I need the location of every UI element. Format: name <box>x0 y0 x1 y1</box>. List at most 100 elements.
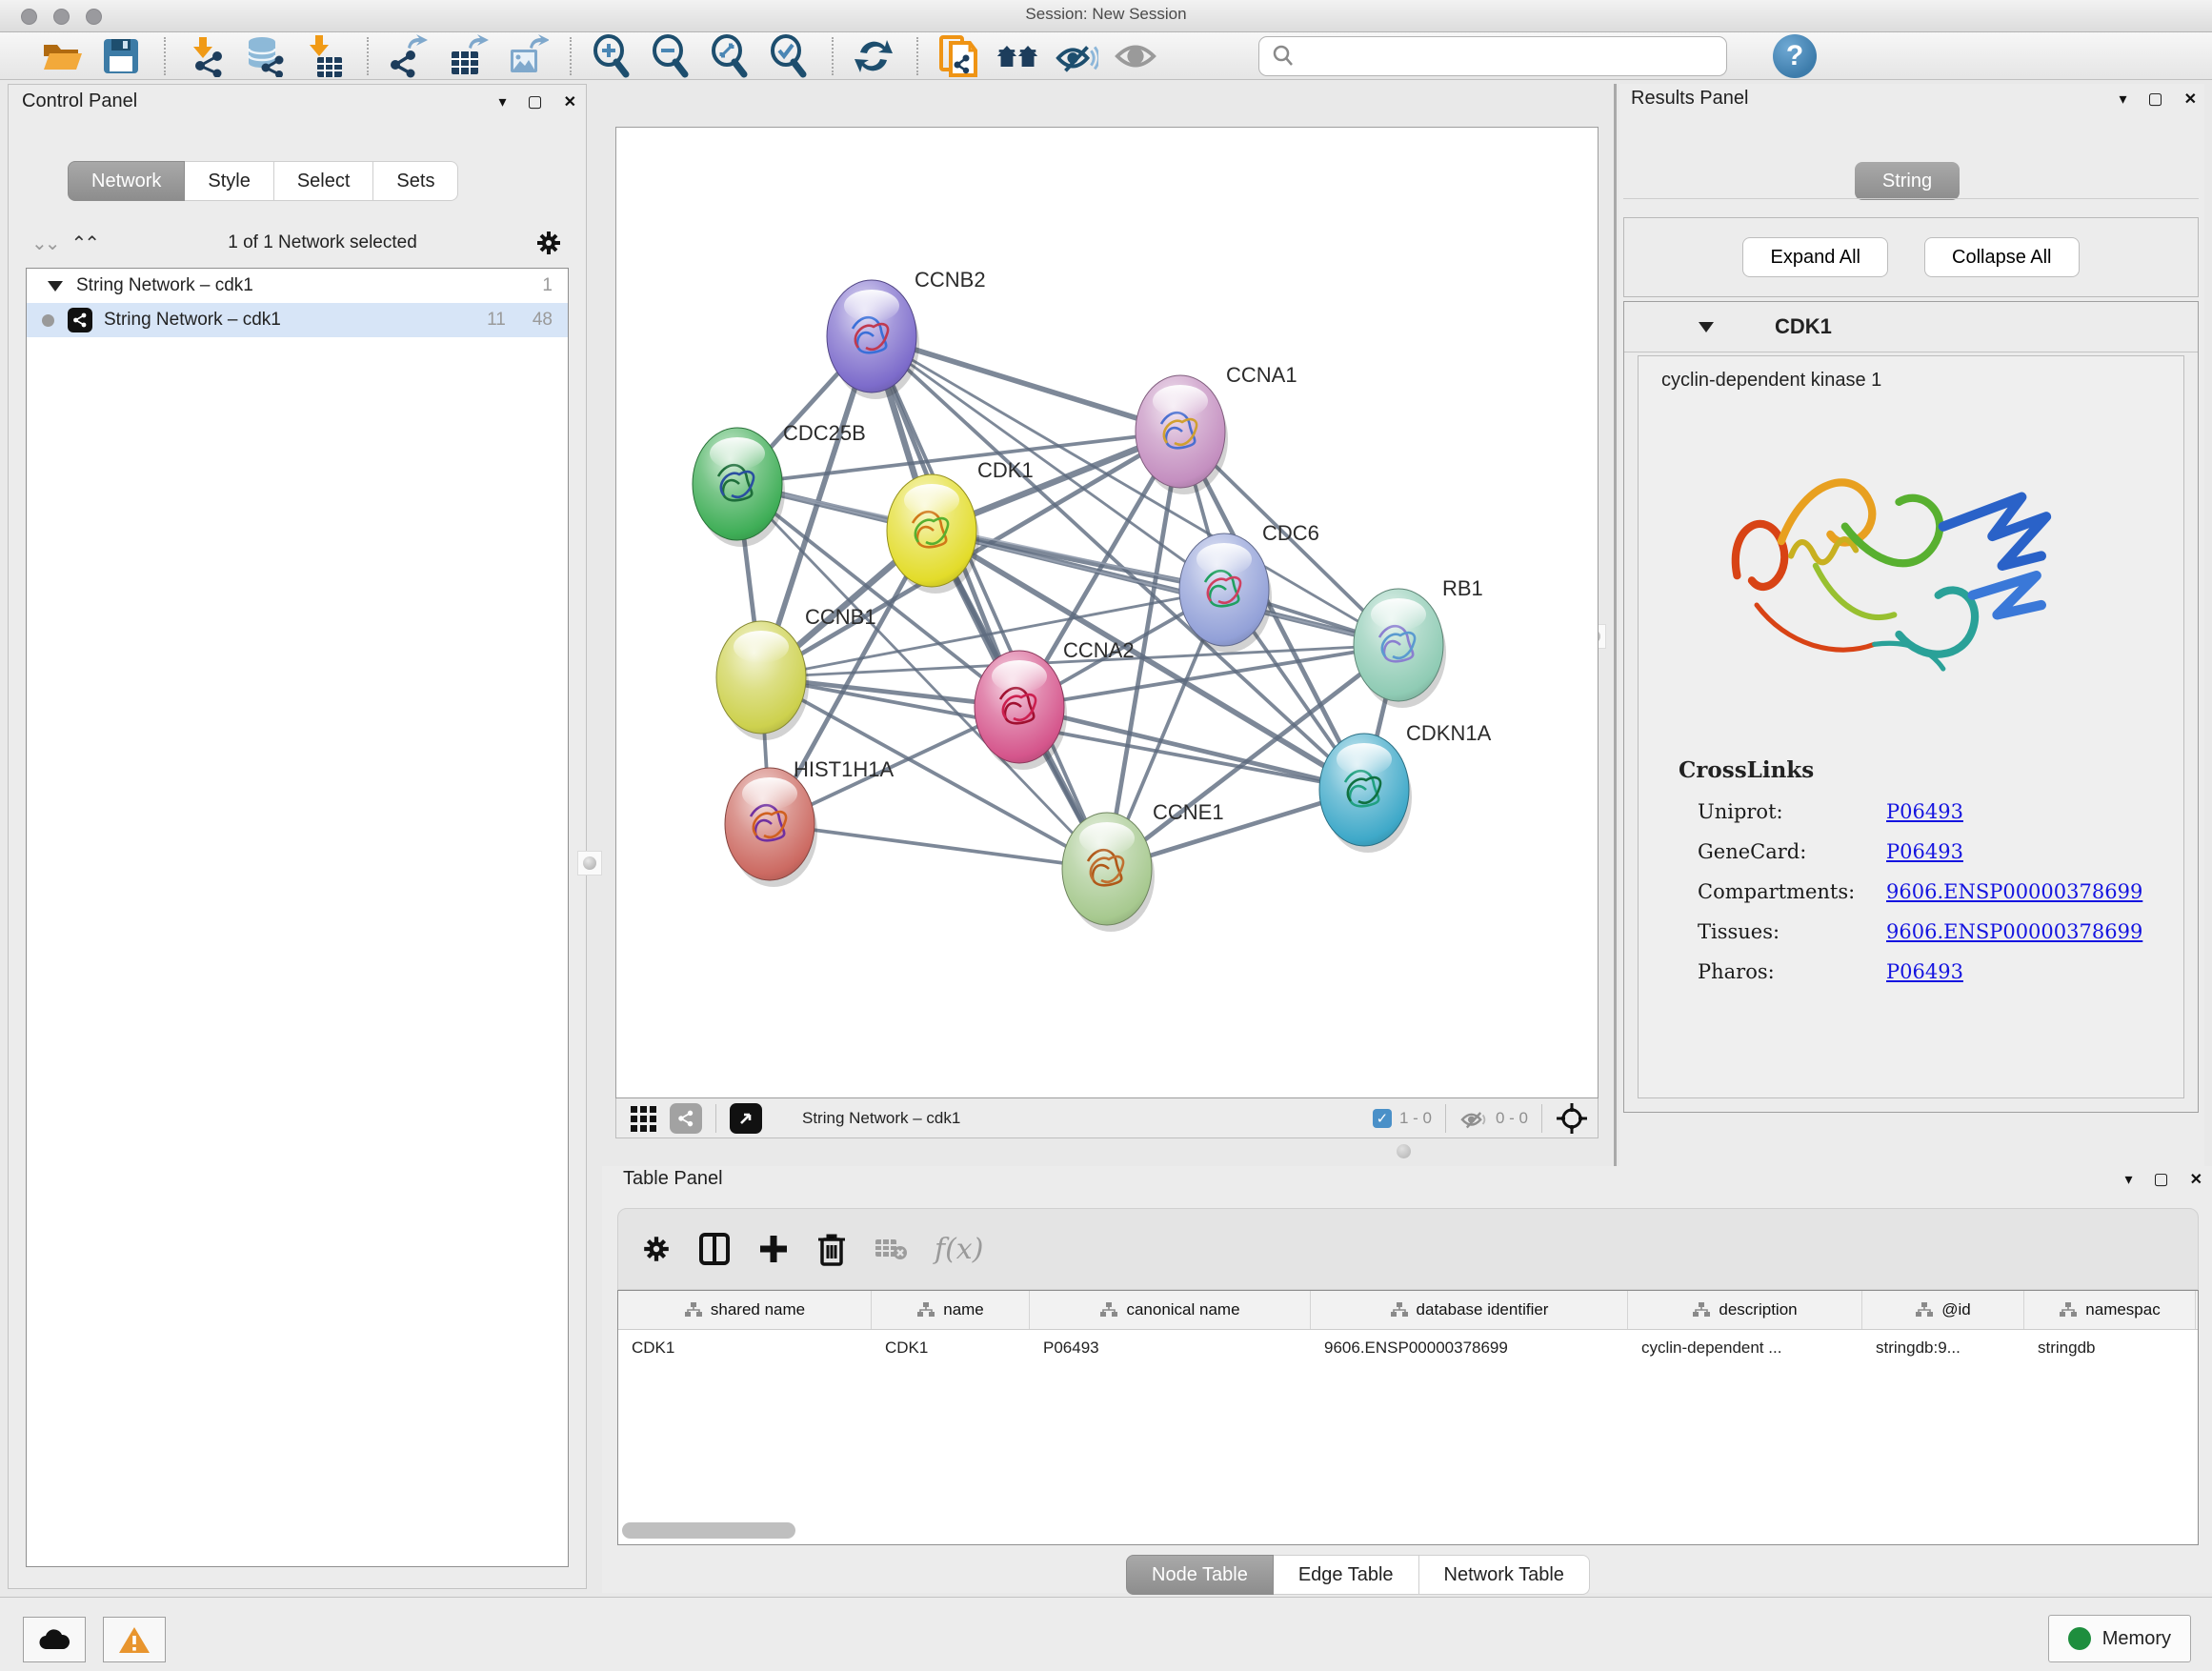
network-node-CCNB2[interactable] <box>827 280 919 399</box>
show-hidden-button[interactable] <box>1114 36 1157 76</box>
network-node-CDK1[interactable] <box>887 474 979 594</box>
zoom-selected-button[interactable] <box>767 36 811 76</box>
network-share-view-icon[interactable] <box>670 1103 702 1134</box>
selected-checkbox-icon[interactable]: ✓ <box>1373 1109 1392 1128</box>
table-options-button[interactable] <box>641 1234 672 1264</box>
crosshair-icon[interactable] <box>1556 1102 1588 1135</box>
crosslink-link[interactable]: P06493 <box>1886 840 1963 863</box>
crosslink-row: Tissues:9606.ENSP00000378699 <box>1698 920 2183 943</box>
zoom-in-button[interactable] <box>590 36 633 76</box>
delete-column-button[interactable] <box>816 1232 847 1266</box>
tab-string[interactable]: String <box>1855 162 1960 200</box>
column-header-database-identifier[interactable]: database identifier <box>1311 1291 1628 1329</box>
close-panel-icon[interactable]: ✕ <box>2184 90 2197 109</box>
zoom-out-button[interactable] <box>649 36 693 76</box>
table-cell[interactable]: stringdb <box>2024 1330 2196 1366</box>
tab-sets[interactable]: Sets <box>373 161 458 201</box>
zoom-fit-button[interactable] <box>708 36 752 76</box>
network-node-CCNE1[interactable] <box>1062 813 1155 932</box>
collapse-panel-icon[interactable]: ▾ <box>2125 1170 2133 1189</box>
birdseye-view-icon[interactable] <box>730 1103 762 1134</box>
network-view-canvas[interactable]: CCNB2CCNA1CDC25BCDK1CDC6RB1CCNB1CCNA2CDK… <box>615 127 1599 1098</box>
column-header-shared-name[interactable]: shared name <box>618 1291 872 1329</box>
entry-expanded-icon[interactable] <box>1699 322 1714 332</box>
network-options-gear-icon[interactable] <box>534 229 563 257</box>
cloud-status-button[interactable] <box>23 1617 86 1662</box>
table-panel: Table Panel ▾ ▢ ✕ <box>602 1166 2212 1593</box>
network-node-CCNA2[interactable] <box>975 651 1067 770</box>
close-panel-icon[interactable]: ✕ <box>2190 1170 2202 1189</box>
network-node-RB1[interactable] <box>1354 589 1446 708</box>
clone-network-button[interactable] <box>936 36 980 76</box>
column-header-name[interactable]: name <box>872 1291 1030 1329</box>
gene-entry-header[interactable]: CDK1 <box>1624 302 2198 352</box>
network-row[interactable]: String Network – cdk1 11 48 <box>27 303 568 337</box>
network-node-HIST1H1A[interactable] <box>725 768 817 887</box>
create-column-button[interactable] <box>757 1233 790 1265</box>
left-splitter-handle[interactable] <box>577 851 602 876</box>
cloud-icon <box>38 1628 70 1651</box>
tab-select[interactable]: Select <box>274 161 374 201</box>
collapse-panel-icon[interactable]: ▾ <box>499 92 507 111</box>
network-node-CDKN1A[interactable] <box>1319 734 1412 853</box>
import-table-button[interactable] <box>302 36 346 76</box>
table-cell[interactable]: CDK1 <box>618 1330 872 1366</box>
search-box[interactable] <box>1258 36 1727 76</box>
column-header-namespac[interactable]: namespac <box>2024 1291 2196 1329</box>
close-panel-icon[interactable]: ✕ <box>564 92 576 111</box>
collapse-all-networks-icon[interactable]: ⌃⌃ <box>71 232 98 255</box>
float-panel-icon[interactable]: ▢ <box>528 92 543 111</box>
network-edge-CCNB2-CCNE1 <box>872 336 1107 869</box>
collapse-panel-icon[interactable]: ▾ <box>2120 90 2127 109</box>
zoom-in-icon <box>591 34 633 78</box>
crosslink-link[interactable]: P06493 <box>1886 800 1963 823</box>
refresh-button[interactable] <box>852 36 895 76</box>
import-network-from-database-button[interactable] <box>243 36 287 76</box>
crosslink-link[interactable]: 9606.ENSP00000378699 <box>1886 920 2142 943</box>
save-session-button[interactable] <box>99 36 143 76</box>
crosslink-link[interactable]: 9606.ENSP00000378699 <box>1886 880 2142 903</box>
expand-all-networks-icon[interactable]: ⌄⌄ <box>31 232 58 255</box>
table-cell[interactable]: 9606.ENSP00000378699 <box>1311 1330 1628 1366</box>
table-cell[interactable]: cyclin-dependent ... <box>1628 1330 1862 1366</box>
network-node-CCNA1[interactable] <box>1136 375 1228 494</box>
tab-edge-table[interactable]: Edge Table <box>1274 1555 1419 1595</box>
column-header-description[interactable]: description <box>1628 1291 1862 1329</box>
column-header--id[interactable]: @id <box>1862 1291 2024 1329</box>
help-button[interactable]: ? <box>1773 34 1817 78</box>
crosslink-link[interactable]: P06493 <box>1886 960 1963 983</box>
import-network-button[interactable] <box>184 36 228 76</box>
show-all-nodes-button[interactable] <box>995 36 1039 76</box>
network-node-CCNB1[interactable] <box>716 621 809 740</box>
tab-network-table[interactable]: Network Table <box>1419 1555 1590 1595</box>
export-table-button[interactable] <box>446 36 490 76</box>
memory-button[interactable]: Memory <box>2048 1615 2191 1662</box>
search-input[interactable] <box>1296 45 1699 67</box>
export-network-button[interactable] <box>387 36 431 76</box>
column-header-canonical-name[interactable]: canonical name <box>1030 1291 1311 1329</box>
tab-node-table[interactable]: Node Table <box>1126 1555 1274 1595</box>
grid-view-icon[interactable] <box>630 1105 658 1132</box>
expand-all-button[interactable]: Expand All <box>1742 237 1888 277</box>
table-splitter-handle[interactable] <box>1397 1144 1411 1158</box>
horizontal-scrollbar-thumb[interactable] <box>622 1522 795 1539</box>
open-session-button[interactable] <box>40 36 84 76</box>
float-panel-icon[interactable]: ▢ <box>2148 90 2163 109</box>
tab-network[interactable]: Network <box>68 161 185 201</box>
float-panel-icon[interactable]: ▢ <box>2154 1170 2169 1189</box>
tab-style[interactable]: Style <box>185 161 273 201</box>
collection-expanded-icon[interactable] <box>48 281 63 292</box>
memory-status-dot-icon <box>2068 1627 2091 1650</box>
node-table: shared namenamecanonical namedatabase id… <box>617 1290 2199 1545</box>
table-row[interactable]: CDK1CDK1P064939606.ENSP00000378699cyclin… <box>618 1330 2198 1366</box>
show-columns-button[interactable] <box>698 1232 731 1266</box>
table-cell[interactable]: stringdb:9... <box>1862 1330 2024 1366</box>
export-image-button[interactable] <box>505 36 549 76</box>
warnings-button[interactable] <box>103 1617 166 1662</box>
status-bar: Memory <box>0 1597 2212 1671</box>
hide-selected-button[interactable] <box>1055 36 1098 76</box>
collapse-all-button[interactable]: Collapse All <box>1924 237 2080 277</box>
network-collection-row[interactable]: String Network – cdk1 1 <box>27 269 568 303</box>
table-cell[interactable]: CDK1 <box>872 1330 1030 1366</box>
table-cell[interactable]: P06493 <box>1030 1330 1311 1366</box>
